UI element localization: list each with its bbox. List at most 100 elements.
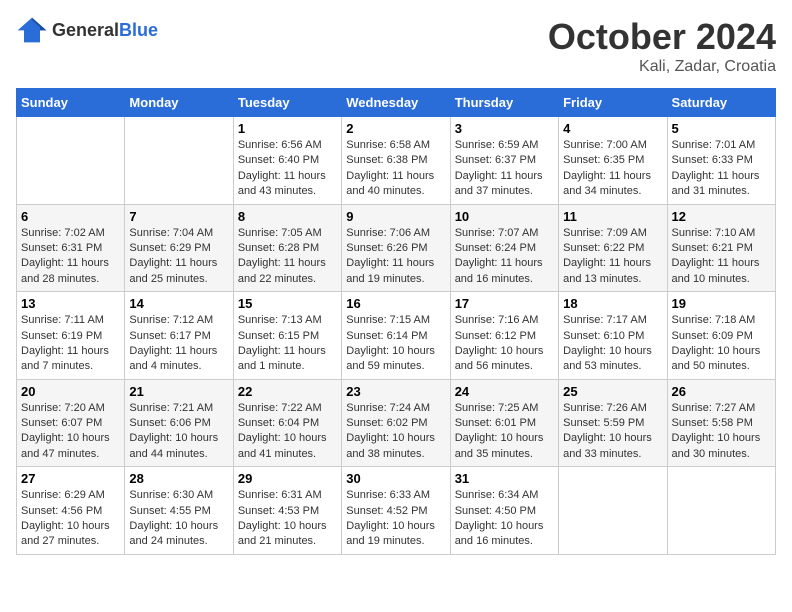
daylight-text: Daylight: 10 hours and 50 minutes. bbox=[672, 345, 761, 372]
daylight-text: Daylight: 11 hours and 16 minutes. bbox=[455, 257, 543, 284]
day-detail: Sunrise: 7:09 AM Sunset: 6:22 PM Dayligh… bbox=[563, 226, 662, 288]
weekday-header: Friday bbox=[559, 89, 667, 117]
calendar-day-cell: 10 Sunrise: 7:07 AM Sunset: 6:24 PM Dayl… bbox=[450, 204, 558, 292]
sunset-text: Sunset: 4:53 PM bbox=[238, 505, 319, 517]
day-detail: Sunrise: 7:10 AM Sunset: 6:21 PM Dayligh… bbox=[672, 226, 771, 288]
day-number: 4 bbox=[563, 121, 662, 136]
sunrise-text: Sunrise: 7:25 AM bbox=[455, 402, 539, 414]
sunrise-text: Sunrise: 6:34 AM bbox=[455, 489, 539, 501]
sunset-text: Sunset: 6:17 PM bbox=[129, 330, 210, 342]
daylight-text: Daylight: 11 hours and 4 minutes. bbox=[129, 345, 217, 372]
day-detail: Sunrise: 7:05 AM Sunset: 6:28 PM Dayligh… bbox=[238, 226, 337, 288]
sunrise-text: Sunrise: 7:17 AM bbox=[563, 314, 647, 326]
day-detail: Sunrise: 7:16 AM Sunset: 6:12 PM Dayligh… bbox=[455, 313, 554, 375]
sunrise-text: Sunrise: 7:15 AM bbox=[346, 314, 430, 326]
sunset-text: Sunset: 6:29 PM bbox=[129, 242, 210, 254]
sunset-text: Sunset: 6:12 PM bbox=[455, 330, 536, 342]
daylight-text: Daylight: 10 hours and 27 minutes. bbox=[21, 520, 110, 547]
sunrise-text: Sunrise: 7:00 AM bbox=[563, 139, 647, 151]
calendar-day-cell: 11 Sunrise: 7:09 AM Sunset: 6:22 PM Dayl… bbox=[559, 204, 667, 292]
day-number: 13 bbox=[21, 296, 120, 311]
weekday-header: Sunday bbox=[17, 89, 125, 117]
sunrise-text: Sunrise: 7:24 AM bbox=[346, 402, 430, 414]
daylight-text: Daylight: 10 hours and 44 minutes. bbox=[129, 432, 218, 459]
calendar-day-cell: 17 Sunrise: 7:16 AM Sunset: 6:12 PM Dayl… bbox=[450, 292, 558, 380]
calendar-week-row: 1 Sunrise: 6:56 AM Sunset: 6:40 PM Dayli… bbox=[17, 117, 776, 205]
weekday-header: Saturday bbox=[667, 89, 775, 117]
day-detail: Sunrise: 7:13 AM Sunset: 6:15 PM Dayligh… bbox=[238, 313, 337, 375]
sunrise-text: Sunrise: 6:33 AM bbox=[346, 489, 430, 501]
sunset-text: Sunset: 6:06 PM bbox=[129, 417, 210, 429]
daylight-text: Daylight: 11 hours and 25 minutes. bbox=[129, 257, 217, 284]
day-detail: Sunrise: 7:24 AM Sunset: 6:02 PM Dayligh… bbox=[346, 401, 445, 463]
calendar-day-cell: 23 Sunrise: 7:24 AM Sunset: 6:02 PM Dayl… bbox=[342, 379, 450, 467]
calendar-day-cell: 25 Sunrise: 7:26 AM Sunset: 5:59 PM Dayl… bbox=[559, 379, 667, 467]
daylight-text: Daylight: 10 hours and 41 minutes. bbox=[238, 432, 327, 459]
day-detail: Sunrise: 6:31 AM Sunset: 4:53 PM Dayligh… bbox=[238, 488, 337, 550]
day-detail: Sunrise: 6:29 AM Sunset: 4:56 PM Dayligh… bbox=[21, 488, 120, 550]
calendar-day-cell: 7 Sunrise: 7:04 AM Sunset: 6:29 PM Dayli… bbox=[125, 204, 233, 292]
sunrise-text: Sunrise: 7:26 AM bbox=[563, 402, 647, 414]
daylight-text: Daylight: 11 hours and 19 minutes. bbox=[346, 257, 434, 284]
daylight-text: Daylight: 11 hours and 22 minutes. bbox=[238, 257, 326, 284]
calendar-week-row: 13 Sunrise: 7:11 AM Sunset: 6:19 PM Dayl… bbox=[17, 292, 776, 380]
sunrise-text: Sunrise: 6:29 AM bbox=[21, 489, 105, 501]
day-detail: Sunrise: 6:34 AM Sunset: 4:50 PM Dayligh… bbox=[455, 488, 554, 550]
day-number: 3 bbox=[455, 121, 554, 136]
daylight-text: Daylight: 11 hours and 37 minutes. bbox=[455, 170, 543, 197]
day-detail: Sunrise: 7:25 AM Sunset: 6:01 PM Dayligh… bbox=[455, 401, 554, 463]
sunset-text: Sunset: 5:58 PM bbox=[672, 417, 753, 429]
sunrise-text: Sunrise: 7:02 AM bbox=[21, 227, 105, 239]
sunrise-text: Sunrise: 7:20 AM bbox=[21, 402, 105, 414]
day-number: 25 bbox=[563, 384, 662, 399]
sunset-text: Sunset: 6:28 PM bbox=[238, 242, 319, 254]
sunrise-text: Sunrise: 7:09 AM bbox=[563, 227, 647, 239]
calendar-table: SundayMondayTuesdayWednesdayThursdayFrid… bbox=[16, 88, 776, 555]
day-detail: Sunrise: 7:15 AM Sunset: 6:14 PM Dayligh… bbox=[346, 313, 445, 375]
location-subtitle: Kali, Zadar, Croatia bbox=[548, 58, 776, 76]
calendar-day-cell bbox=[17, 117, 125, 205]
sunrise-text: Sunrise: 7:06 AM bbox=[346, 227, 430, 239]
sunrise-text: Sunrise: 6:31 AM bbox=[238, 489, 322, 501]
day-number: 9 bbox=[346, 209, 445, 224]
day-detail: Sunrise: 7:22 AM Sunset: 6:04 PM Dayligh… bbox=[238, 401, 337, 463]
sunrise-text: Sunrise: 7:13 AM bbox=[238, 314, 322, 326]
sunset-text: Sunset: 6:26 PM bbox=[346, 242, 427, 254]
day-detail: Sunrise: 7:12 AM Sunset: 6:17 PM Dayligh… bbox=[129, 313, 228, 375]
day-number: 16 bbox=[346, 296, 445, 311]
day-number: 18 bbox=[563, 296, 662, 311]
calendar-day-cell: 2 Sunrise: 6:58 AM Sunset: 6:38 PM Dayli… bbox=[342, 117, 450, 205]
daylight-text: Daylight: 11 hours and 1 minute. bbox=[238, 345, 326, 372]
day-number: 14 bbox=[129, 296, 228, 311]
daylight-text: Daylight: 10 hours and 30 minutes. bbox=[672, 432, 761, 459]
daylight-text: Daylight: 11 hours and 28 minutes. bbox=[21, 257, 109, 284]
day-number: 26 bbox=[672, 384, 771, 399]
sunset-text: Sunset: 6:15 PM bbox=[238, 330, 319, 342]
calendar-day-cell: 6 Sunrise: 7:02 AM Sunset: 6:31 PM Dayli… bbox=[17, 204, 125, 292]
day-number: 17 bbox=[455, 296, 554, 311]
calendar-week-row: 6 Sunrise: 7:02 AM Sunset: 6:31 PM Dayli… bbox=[17, 204, 776, 292]
day-number: 29 bbox=[238, 471, 337, 486]
day-number: 31 bbox=[455, 471, 554, 486]
day-number: 6 bbox=[21, 209, 120, 224]
calendar-day-cell: 4 Sunrise: 7:00 AM Sunset: 6:35 PM Dayli… bbox=[559, 117, 667, 205]
day-detail: Sunrise: 7:11 AM Sunset: 6:19 PM Dayligh… bbox=[21, 313, 120, 375]
daylight-text: Daylight: 10 hours and 33 minutes. bbox=[563, 432, 652, 459]
daylight-text: Daylight: 11 hours and 10 minutes. bbox=[672, 257, 760, 284]
daylight-text: Daylight: 10 hours and 38 minutes. bbox=[346, 432, 435, 459]
sunset-text: Sunset: 4:55 PM bbox=[129, 505, 210, 517]
daylight-text: Daylight: 11 hours and 13 minutes. bbox=[563, 257, 651, 284]
day-detail: Sunrise: 7:17 AM Sunset: 6:10 PM Dayligh… bbox=[563, 313, 662, 375]
calendar-week-row: 20 Sunrise: 7:20 AM Sunset: 6:07 PM Dayl… bbox=[17, 379, 776, 467]
calendar-day-cell: 12 Sunrise: 7:10 AM Sunset: 6:21 PM Dayl… bbox=[667, 204, 775, 292]
day-number: 7 bbox=[129, 209, 228, 224]
day-number: 2 bbox=[346, 121, 445, 136]
sunrise-text: Sunrise: 7:01 AM bbox=[672, 139, 756, 151]
title-area: October 2024 Kali, Zadar, Croatia bbox=[548, 16, 776, 76]
sunset-text: Sunset: 6:21 PM bbox=[672, 242, 753, 254]
calendar-day-cell: 28 Sunrise: 6:30 AM Sunset: 4:55 PM Dayl… bbox=[125, 467, 233, 555]
calendar-day-cell: 13 Sunrise: 7:11 AM Sunset: 6:19 PM Dayl… bbox=[17, 292, 125, 380]
day-detail: Sunrise: 7:00 AM Sunset: 6:35 PM Dayligh… bbox=[563, 138, 662, 200]
sunset-text: Sunset: 6:01 PM bbox=[455, 417, 536, 429]
sunset-text: Sunset: 6:31 PM bbox=[21, 242, 102, 254]
